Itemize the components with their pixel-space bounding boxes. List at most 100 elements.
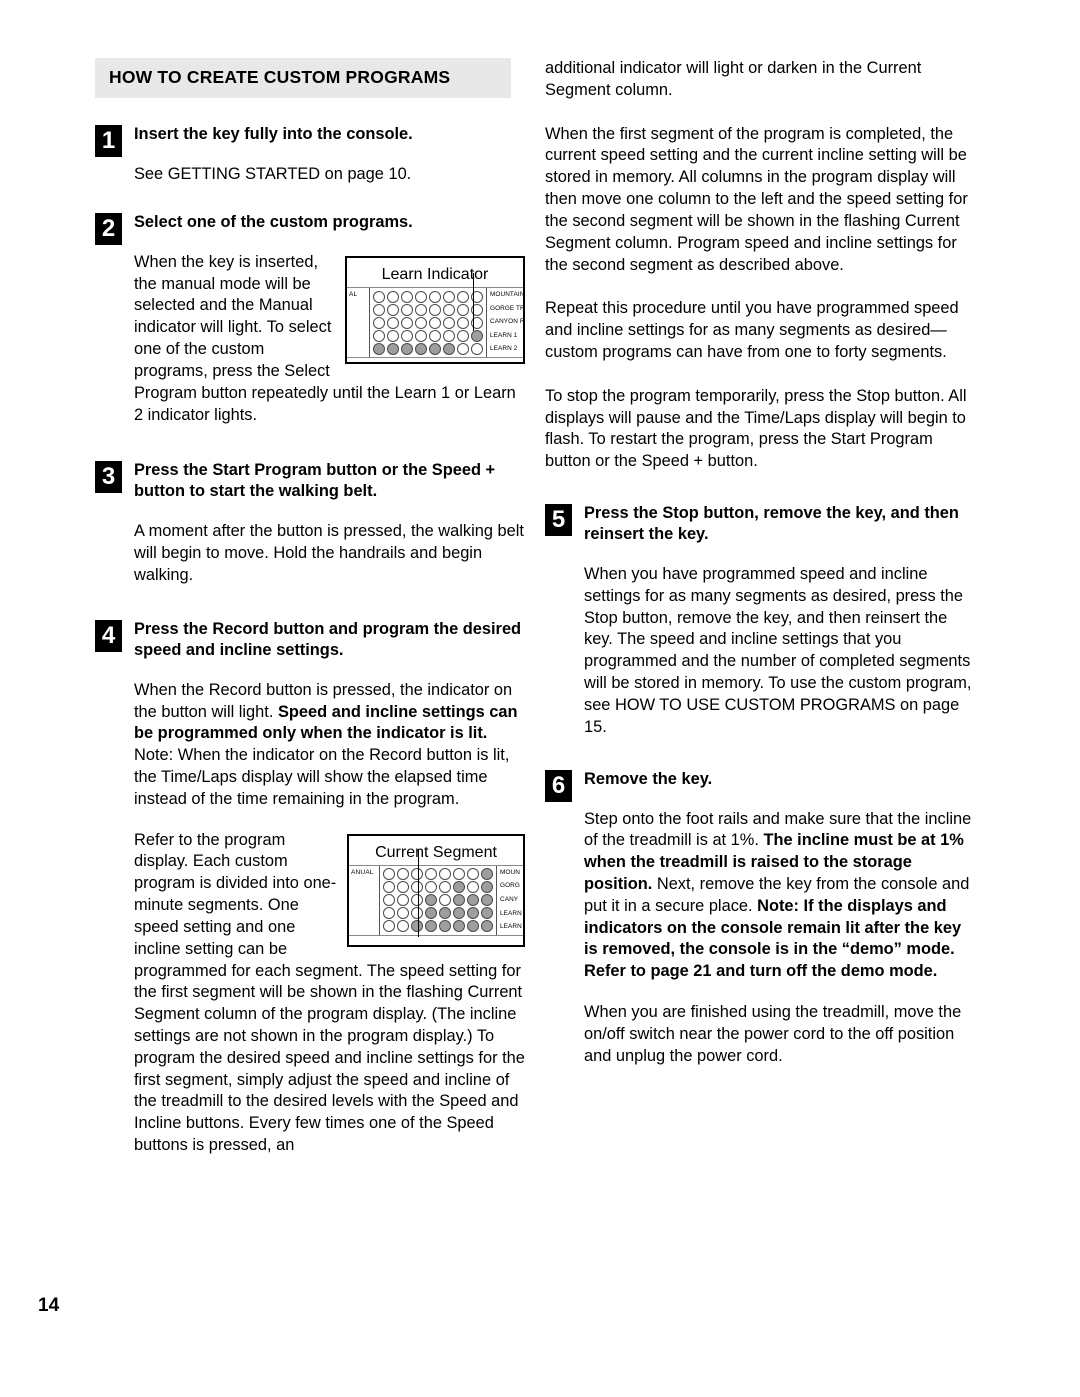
- led-dot-lit: [467, 894, 479, 907]
- led-dot-unlit: [397, 920, 409, 933]
- learn-indicator-row-labels: MOUNTAIN GORGE TRAIL CANYON RUN LEARN 1 LEAR…: [487, 288, 523, 357]
- led-dot-lit: [481, 881, 493, 894]
- right-para-3: Repeat this procedure until you have pro…: [545, 299, 959, 361]
- led-dot-unlit: [443, 316, 455, 329]
- led-dot-unlit: [471, 342, 483, 355]
- learn-indicator-caption: Learn Indicator: [381, 265, 489, 283]
- led-dot-unlit: [443, 290, 455, 303]
- led-dot-unlit: [453, 868, 465, 881]
- led-dot-unlit: [387, 316, 399, 329]
- step-4-body-2-block: Current Segment ANUAL MOUN GORG CANY LEARN L…: [134, 830, 525, 1157]
- led-row: [372, 316, 484, 329]
- step-4-heading: Press the Record button and program the …: [134, 619, 522, 659]
- led-dot-lit: [471, 329, 483, 342]
- learn-indicator-left-label: AL: [349, 291, 358, 299]
- led-dot-lit: [387, 342, 399, 355]
- right-para-4: To stop the program temporarily, press t…: [545, 386, 967, 471]
- page-title: HOW TO CREATE CUSTOM PROGRAMS: [109, 67, 451, 87]
- led-dot-lit: [425, 907, 437, 920]
- learn-indicator-panel-wrap: AL MOUNTAIN GORGE TRAIL CANYON RUN LEARN 1 L…: [347, 273, 523, 359]
- current-segment-left-label: ANUAL: [351, 868, 374, 876]
- led-dot-lit: [415, 342, 427, 355]
- program-row-label: CANY: [500, 896, 519, 904]
- step-4-body-text-2: Note: When the indicator on the Record b…: [134, 746, 510, 808]
- step-5-number: 5: [545, 504, 572, 536]
- led-row: [372, 329, 484, 342]
- led-dot-unlit: [457, 329, 469, 342]
- led-dot-lit: [439, 907, 451, 920]
- led-dot-lit: [481, 920, 493, 933]
- led-dot-unlit: [467, 868, 479, 881]
- program-row-label: MOUN: [500, 868, 520, 876]
- led-dot-unlit: [457, 342, 469, 355]
- led-dot-unlit: [387, 303, 399, 316]
- led-dot-lit: [467, 907, 479, 920]
- step-1: 1 Insert the key fully into the console.…: [95, 124, 525, 186]
- step-6-number: 6: [545, 769, 572, 802]
- step-6: 6 Remove the key. Step onto the foot rai…: [545, 769, 975, 1068]
- learn-indicator-figure: Learn Indicator AL MOUNTAIN GORGE TRAIL CA…: [345, 255, 525, 364]
- step-4: 4 Press the Record button and program th…: [95, 619, 525, 1157]
- led-dot-unlit: [401, 329, 413, 342]
- led-row: [382, 920, 494, 933]
- led-dot-unlit: [411, 868, 423, 881]
- led-dot-unlit: [415, 303, 427, 316]
- led-dot-lit: [453, 881, 465, 894]
- step-5-body: When you have programmed speed and incli…: [584, 565, 972, 736]
- led-dot-lit: [425, 920, 437, 933]
- led-dot-unlit: [397, 881, 409, 894]
- learn-indicator-panel: AL MOUNTAIN GORGE TRAIL CANYON RUN LEARN 1 L…: [347, 287, 523, 359]
- step-1-heading: Insert the key fully into the console.: [134, 125, 413, 143]
- current-segment-row-labels: MOUN GORG CANY LEARN LEARN: [497, 866, 523, 935]
- led-dot-unlit: [383, 894, 395, 907]
- led-dot-unlit: [443, 303, 455, 316]
- section-header-bar: HOW TO CREATE CUSTOM PROGRAMS: [95, 58, 511, 98]
- step-4-body-1: When the Record button is pressed, the i…: [134, 680, 525, 811]
- program-row-label: LEARN: [500, 923, 522, 931]
- led-dot-lit: [453, 894, 465, 907]
- led-dot-unlit: [397, 894, 409, 907]
- led-dot-unlit: [387, 290, 399, 303]
- step-6-body-1: Step onto the foot rails and make sure t…: [584, 809, 975, 984]
- led-dot-unlit: [397, 907, 409, 920]
- left-column: HOW TO CREATE CUSTOM PROGRAMS 1 Insert t…: [95, 58, 525, 1157]
- led-dot-lit: [453, 920, 465, 933]
- current-segment-panel-wrap: ANUAL MOUN GORG CANY LEARN LEARN: [349, 848, 523, 937]
- led-dot-lit: [401, 342, 413, 355]
- step-4-number: 4: [95, 619, 122, 652]
- led-dot-lit: [439, 920, 451, 933]
- led-dot-unlit: [373, 290, 385, 303]
- led-dot-unlit: [401, 316, 413, 329]
- led-dot-lit: [429, 342, 441, 355]
- led-row: [382, 907, 494, 920]
- step-5: 5 Press the Stop button, remove the key,…: [545, 503, 975, 739]
- step-6-heading: Remove the key.: [584, 769, 713, 788]
- led-dot-unlit: [383, 868, 395, 881]
- current-segment-led-grid: [379, 865, 497, 935]
- program-row-label: LEARN 1: [490, 331, 518, 339]
- learn-indicator-led-grid: [369, 288, 487, 358]
- program-row-label: GORGE TRAIL: [490, 304, 523, 312]
- led-dot-lit: [425, 894, 437, 907]
- led-dot-unlit: [429, 329, 441, 342]
- current-segment-panel: ANUAL MOUN GORG CANY LEARN LEARN: [349, 864, 523, 936]
- step-3: 3 Press the Start Program button or the …: [95, 460, 525, 586]
- step-2-number: 2: [95, 212, 122, 245]
- led-dot-unlit: [401, 290, 413, 303]
- led-dot-lit: [481, 894, 493, 907]
- led-dot-unlit: [429, 290, 441, 303]
- led-dot-unlit: [457, 303, 469, 316]
- program-row-label: MOUNTAIN: [490, 291, 523, 299]
- manual-page: HOW TO CREATE CUSTOM PROGRAMS 1 Insert t…: [0, 0, 1080, 1397]
- led-dot-unlit: [411, 881, 423, 894]
- led-row: [372, 303, 484, 316]
- right-column: additional indicator will light or darke…: [545, 58, 975, 1067]
- led-dot-unlit: [457, 316, 469, 329]
- led-dot-unlit: [439, 868, 451, 881]
- led-row: [372, 342, 484, 355]
- led-row: [382, 881, 494, 894]
- right-para-2: When the first segment of the program is…: [545, 124, 968, 274]
- page-number: 14: [38, 1295, 60, 1316]
- program-row-label: GORG: [500, 882, 520, 890]
- step-2-body-block: Learn Indicator AL MOUNTAIN GORGE TRAIL CA…: [134, 252, 525, 427]
